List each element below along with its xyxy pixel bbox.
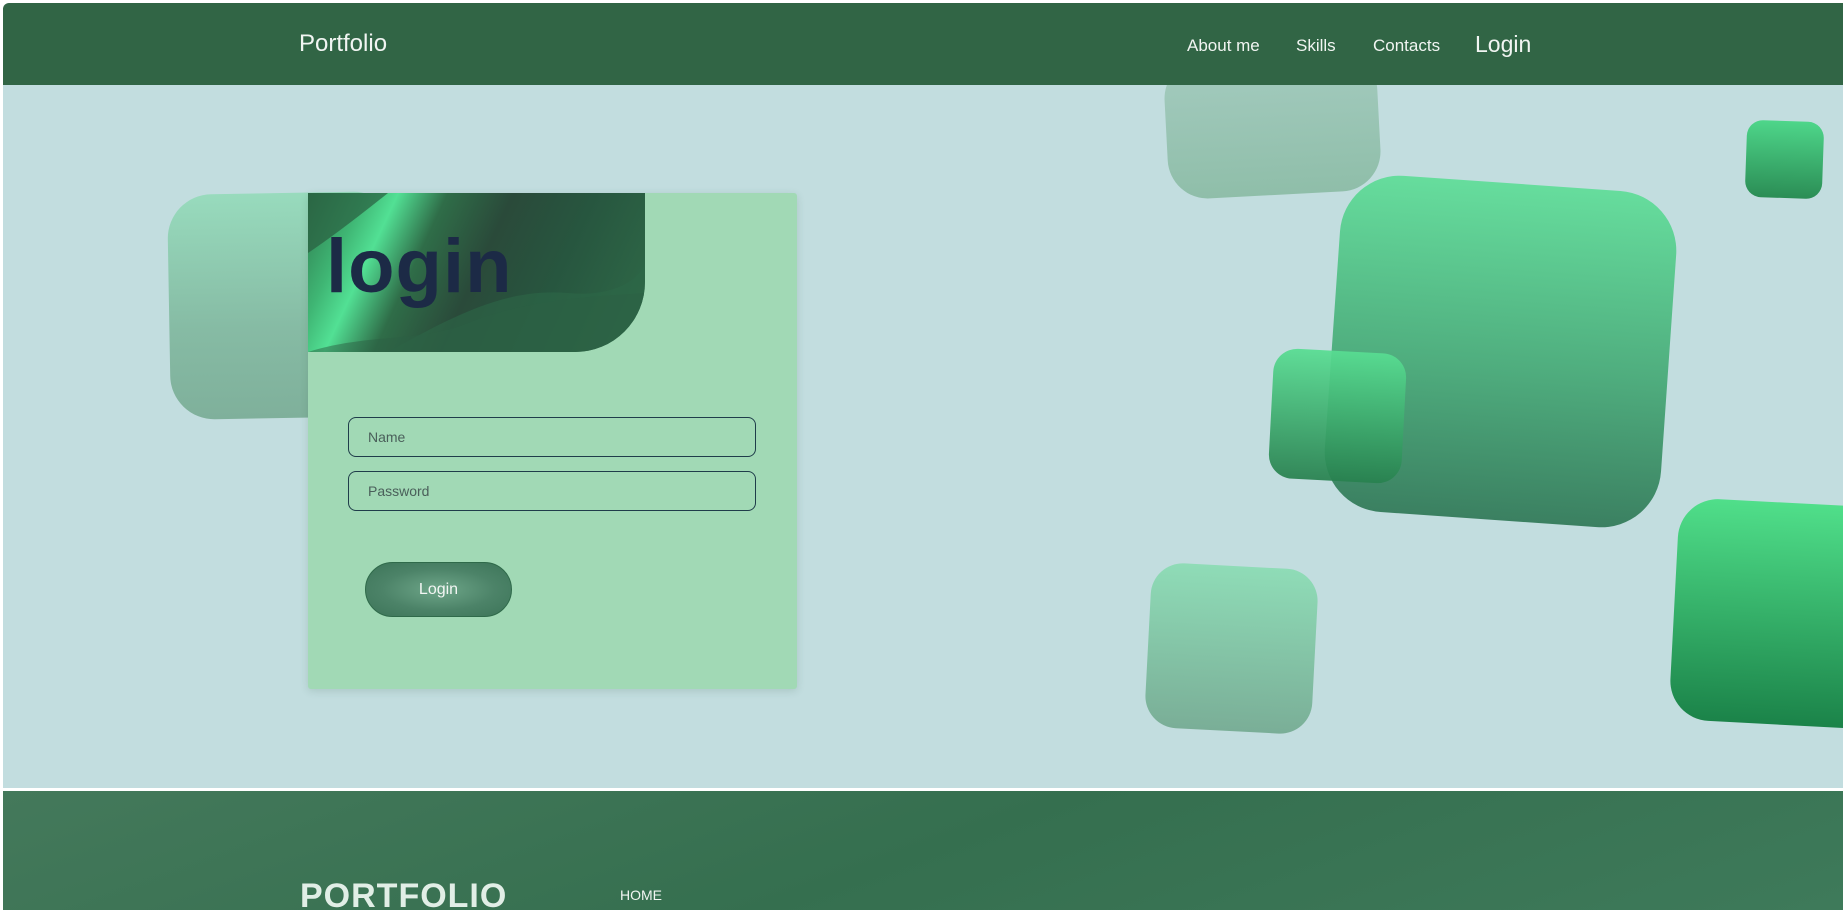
nav-contacts[interactable]: Contacts [1373, 36, 1440, 56]
login-banner: login [308, 193, 645, 352]
page: Portfolio About me Skills Contacts Login… [0, 0, 1843, 910]
login-button[interactable]: Login [365, 562, 512, 617]
login-heading: login [326, 224, 513, 309]
nav-skills[interactable]: Skills [1296, 36, 1336, 56]
decorative-square [1267, 347, 1408, 485]
decorative-square [1744, 119, 1825, 200]
brand-logo[interactable]: Portfolio [299, 30, 387, 58]
decorative-square [1143, 561, 1320, 736]
decorative-square [1162, 85, 1383, 201]
decorative-square [1668, 497, 1843, 731]
nav-login[interactable]: Login [1475, 31, 1531, 58]
footer: PORTFOLIO HOME [3, 791, 1843, 910]
login-card: login Login [308, 193, 797, 689]
top-nav-bar: Portfolio About me Skills Contacts Login [3, 3, 1843, 85]
main-section: login Login [3, 85, 1843, 788]
footer-brand: PORTFOLIO [300, 877, 508, 910]
footer-home-link[interactable]: HOME [620, 887, 662, 903]
name-input[interactable] [348, 417, 756, 457]
password-input[interactable] [348, 471, 756, 511]
nav-about-me[interactable]: About me [1187, 36, 1260, 56]
